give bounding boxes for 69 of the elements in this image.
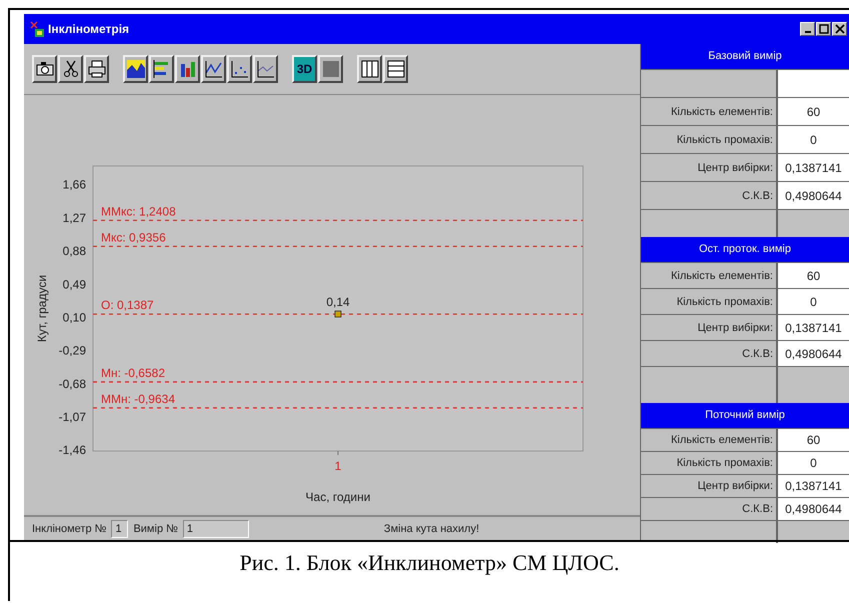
stat-value: 0,1387141 — [778, 154, 849, 181]
stat-value: 0,4980644 — [778, 182, 849, 209]
area-chart-button[interactable] — [123, 55, 148, 83]
data-label: 0,14 — [326, 295, 350, 310]
y-tick-label: 0,49 — [62, 277, 86, 292]
camera-button[interactable] — [32, 55, 57, 83]
measurement-field[interactable]: 1 — [182, 520, 249, 538]
panel-header: Базовий вимір — [641, 44, 849, 69]
reference-line-label: Мн: -0,6582 — [101, 366, 165, 380]
line-chart-button[interactable] — [253, 55, 278, 83]
stat-value: 60 — [778, 429, 849, 451]
printer-button[interactable] — [84, 55, 109, 83]
stat-value: 0,1387141 — [778, 315, 849, 340]
maximize-button[interactable] — [816, 22, 831, 36]
3d-button[interactable]: 3D — [292, 55, 317, 83]
figure-caption: Рис. 1. Блок «Инклинометр» СМ ЦЛОС. — [10, 540, 849, 601]
scatter-chart-button[interactable] — [227, 55, 252, 83]
window-title: Інклінометрія — [48, 22, 130, 36]
maximize-icon — [818, 24, 828, 34]
y-tick-label: -1,46 — [58, 443, 86, 458]
y-axis-title: Кут, градуси — [35, 274, 49, 342]
y-tick-label: 1,66 — [62, 178, 86, 192]
area-chart-icon — [126, 59, 146, 79]
stat-value: 60 — [778, 98, 849, 125]
stat-value: 0,4980644 — [778, 498, 849, 520]
stat-value: 0,1387141 — [778, 475, 849, 497]
scissors-button[interactable] — [58, 55, 83, 83]
scatter-chart-icon — [230, 59, 250, 79]
square-button[interactable] — [318, 55, 343, 83]
printer-icon — [86, 59, 106, 79]
y-tick-label: 1,27 — [62, 210, 86, 225]
inclinometer-field[interactable]: 1 — [111, 520, 128, 538]
minimize-icon — [804, 31, 810, 33]
stat-value: 0 — [778, 126, 849, 153]
stat-value: 0,4980644 — [778, 341, 849, 366]
minimize-button[interactable] — [800, 22, 815, 36]
data-point — [334, 310, 342, 318]
columns-icon — [360, 59, 380, 79]
reference-line-label: О: 0,1387 — [101, 298, 154, 312]
y-tick-label: 0,10 — [62, 310, 86, 324]
measurement-label: Вимір № — [133, 522, 178, 534]
panel-header: Поточний вимір — [641, 403, 849, 428]
reference-line-label: ММкс: 1,2408 — [101, 204, 176, 218]
status-message: Зміна кута нахилу! — [384, 522, 480, 534]
y-tick-label: -0,68 — [58, 376, 86, 391]
horizontal-bar-chart-button[interactable] — [149, 55, 174, 83]
x-axis-title: Час, години — [306, 490, 370, 504]
stat-value: 0 — [778, 289, 849, 314]
y-tick-label: -0,29 — [58, 344, 86, 358]
y-tick-label: -1,07 — [58, 410, 86, 424]
rows-button[interactable] — [383, 55, 408, 83]
line-chart-icon — [256, 59, 276, 79]
square-icon — [320, 59, 340, 79]
line-chart-icon — [204, 59, 224, 79]
close-icon — [834, 24, 844, 34]
y-tick-label: 0,88 — [62, 244, 86, 258]
inclinometer-label: Інклінометр № — [32, 522, 106, 534]
stat-value: 60 — [778, 263, 849, 288]
stat-value: 0 — [778, 452, 849, 474]
bar-chart-button[interactable] — [175, 55, 200, 83]
line-chart-button[interactable] — [201, 55, 226, 83]
reference-line-label: Мкс: 0,9356 — [101, 230, 166, 244]
x-tick-label: 1 — [334, 459, 342, 473]
columns-button[interactable] — [357, 55, 382, 83]
close-button[interactable] — [832, 22, 847, 36]
panel-header: Ост. проток. вимір — [641, 237, 849, 262]
rows-icon — [386, 59, 406, 79]
reference-line-label: ММн: -0,9634 — [101, 392, 175, 406]
app-icon — [30, 21, 44, 37]
